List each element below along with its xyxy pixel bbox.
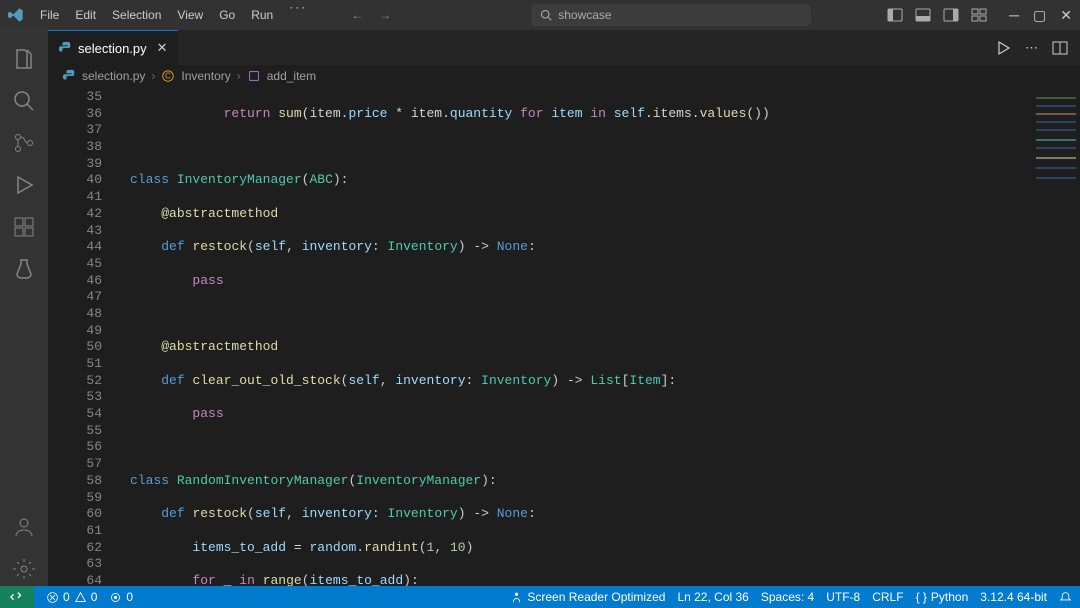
activitybar — [0, 30, 48, 590]
remote-indicator[interactable] — [0, 586, 34, 608]
status-indent[interactable]: Spaces: 4 — [761, 590, 814, 604]
code-content[interactable]: return sum(item.price * item.quantity fo… — [118, 87, 1080, 590]
editor[interactable]: 3536373839404142434445464748495051525354… — [48, 87, 1080, 590]
title-right: ─ ▢ ✕ — [887, 7, 1080, 24]
nav-forward-icon[interactable]: → — [379, 8, 391, 22]
layout-left-icon[interactable] — [887, 7, 903, 23]
nav-arrows: ← → — [351, 8, 391, 22]
app-logo — [0, 7, 32, 23]
layout-bottom-icon[interactable] — [915, 7, 931, 23]
status-notifications[interactable] — [1059, 591, 1072, 604]
breadcrumb-method[interactable]: add_item — [267, 69, 316, 83]
menu-run[interactable]: Run — [243, 0, 281, 30]
menu-file[interactable]: File — [32, 0, 67, 30]
status-language[interactable]: { }Python — [916, 590, 969, 604]
status-cursor[interactable]: Ln 22, Col 36 — [677, 590, 748, 604]
tab-selection-py[interactable]: selection.py ✕ — [48, 30, 178, 65]
activity-scm[interactable] — [0, 122, 48, 164]
statusbar: 0 0 0 Screen Reader Optimized Ln 22, Col… — [0, 586, 1080, 608]
python-file-icon — [62, 69, 76, 83]
layout-customize-icon[interactable] — [971, 7, 987, 23]
editor-area: selection.py ✕ ⋯ selection.py › C Invent… — [48, 30, 1080, 590]
activity-debug[interactable] — [0, 164, 48, 206]
titlebar: File Edit Selection View Go Run ··· ← → … — [0, 0, 1080, 30]
status-python-version[interactable]: 3.12.4 64-bit — [980, 590, 1047, 604]
main: selection.py ✕ ⋯ selection.py › C Invent… — [0, 30, 1080, 590]
breadcrumbs[interactable]: selection.py › C Inventory › add_item — [48, 65, 1080, 87]
activity-settings[interactable] — [0, 548, 48, 590]
line-numbers: 3536373839404142434445464748495051525354… — [48, 87, 118, 590]
activity-extensions[interactable] — [0, 206, 48, 248]
layout-right-icon[interactable] — [943, 7, 959, 23]
menu-more[interactable]: ··· — [281, 0, 315, 30]
activity-account[interactable] — [0, 506, 48, 548]
command-center[interactable]: showcase — [531, 4, 811, 26]
menu-go[interactable]: Go — [211, 0, 243, 30]
menubar: File Edit Selection View Go Run ··· — [32, 0, 315, 30]
status-screen-reader[interactable]: Screen Reader Optimized — [510, 590, 665, 604]
class-icon: C — [161, 69, 175, 83]
nav-back-icon[interactable]: ← — [351, 8, 363, 22]
tab-close-icon[interactable]: ✕ — [157, 40, 168, 56]
python-file-icon — [58, 41, 72, 55]
window-maximize[interactable]: ▢ — [1033, 7, 1046, 24]
run-icon[interactable] — [995, 40, 1011, 56]
status-ports[interactable]: 0 — [109, 590, 133, 604]
breadcrumb-class[interactable]: Inventory — [181, 69, 230, 83]
status-encoding[interactable]: UTF-8 — [826, 590, 860, 604]
activity-testing[interactable] — [0, 248, 48, 290]
method-icon — [247, 69, 261, 83]
status-problems[interactable]: 0 0 — [46, 590, 97, 604]
status-eol[interactable]: CRLF — [872, 590, 903, 604]
split-editor-icon[interactable] — [1052, 40, 1068, 56]
tab-label: selection.py — [78, 41, 147, 56]
menu-selection[interactable]: Selection — [104, 0, 169, 30]
activity-search[interactable] — [0, 80, 48, 122]
search-icon — [540, 9, 552, 21]
minimap[interactable] — [1032, 87, 1080, 590]
menu-edit[interactable]: Edit — [67, 0, 104, 30]
tabbar: selection.py ✕ ⋯ — [48, 30, 1080, 65]
svg-text:C: C — [166, 72, 172, 81]
window-close[interactable]: ✕ — [1060, 7, 1072, 24]
breadcrumb-file[interactable]: selection.py — [82, 69, 145, 83]
activity-explorer[interactable] — [0, 38, 48, 80]
more-actions-icon[interactable]: ⋯ — [1025, 40, 1038, 56]
search-text: showcase — [558, 8, 611, 22]
window-minimize[interactable]: ─ — [1009, 7, 1019, 24]
menu-view[interactable]: View — [169, 0, 211, 30]
